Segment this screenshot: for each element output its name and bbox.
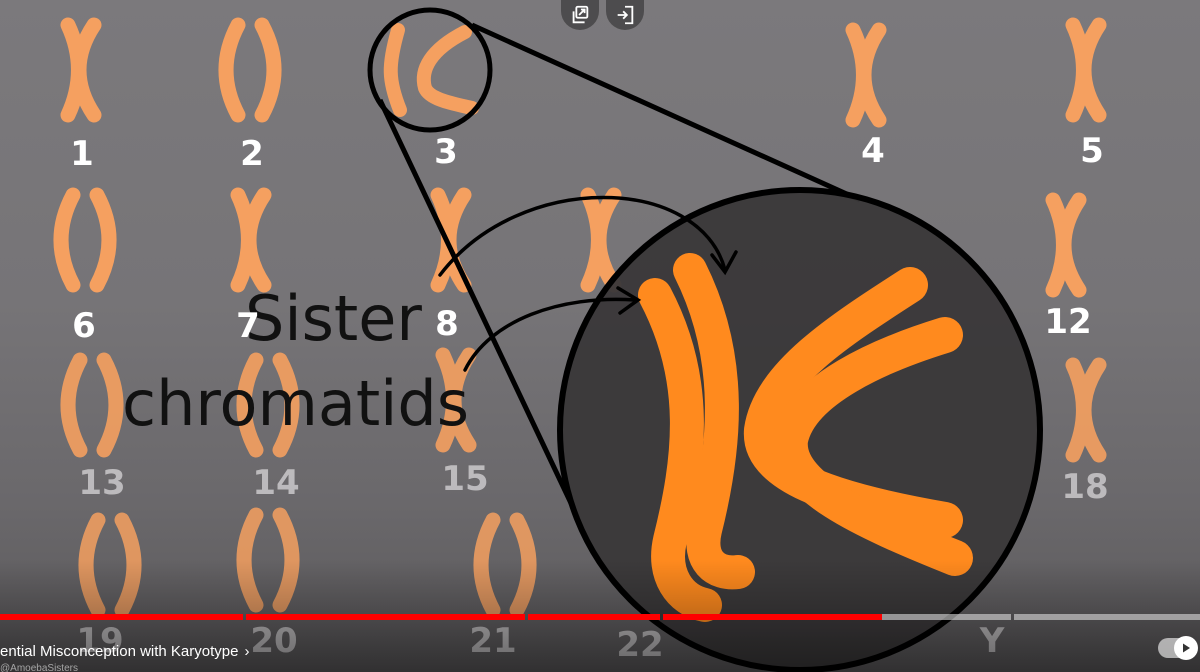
play-icon [1183,643,1190,653]
copy-link-icon [572,5,589,24]
chromosome-2 [226,25,274,115]
zoom-circle [557,187,1043,672]
chromosome-label-21: 21 [469,621,516,661]
chromosome-label-8: 8 [435,304,459,344]
progress-segment-played[interactable] [246,614,525,620]
chromosome-5 [1073,25,1099,115]
chapter-title-button[interactable]: ential Misconception with Karyotype › [0,639,249,663]
chromosome-label-3: 3 [434,132,458,172]
chromosome-label-22: 22 [616,625,663,665]
zoom-line-right [470,22,862,203]
chromosome-21 [481,520,529,610]
chevron-right-icon: › [244,642,250,660]
label-chromatids: chromatids [122,367,469,440]
chromosome-label-14: 14 [252,463,299,503]
chromosome-label-4: 4 [861,131,885,171]
progress-segment-played[interactable] [528,614,660,620]
chromosome-label-15: 15 [441,459,488,499]
chromosome-label-12: 12 [1044,302,1091,342]
chapter-title: ential Misconception with Karyotype [0,642,239,660]
chromosome-9 [588,195,614,285]
progress-bar[interactable] [0,614,1200,620]
share-enter-icon [617,5,634,25]
chromosome-12 [1053,200,1079,290]
progress-segment-remaining[interactable] [882,614,1011,620]
chromosome-label-20: 20 [250,621,297,661]
channel-watermark: @AmoebaSisters [0,663,78,672]
chromosome-label-5: 5 [1080,131,1104,171]
chromosome-label-18: 18 [1061,467,1108,507]
autoplay-toggle[interactable] [1158,636,1198,660]
chromosome-20 [244,515,292,605]
progress-segment-remaining[interactable] [1014,614,1200,620]
chromosome-19 [86,520,134,610]
chromosome-18 [1073,365,1099,455]
chromosome-1 [68,25,94,115]
chromosome-7 [238,195,264,285]
video-frame: Sister chromatids 1 2 3 4 5 6 7 8 12 13 … [0,7,1109,672]
progress-segment-played[interactable] [0,614,243,620]
label-sister: Sister [245,282,422,355]
video-player[interactable]: Sister chromatids 1 2 3 4 5 6 7 8 12 13 … [0,0,1200,672]
chromosome-label-7: 7 [236,306,260,346]
chromosome-label-y: Y [979,621,1005,661]
chromosome-label-13: 13 [78,463,125,503]
chromosome-6 [61,195,109,285]
chromosome-label-1: 1 [70,134,94,174]
chromosome-label-6: 6 [72,306,96,346]
autoplay-knob [1174,636,1198,660]
chromosome-4 [853,30,879,120]
progress-segment-played[interactable] [663,614,882,620]
chromosome-label-2: 2 [240,134,264,174]
chromosome-13 [68,360,116,450]
